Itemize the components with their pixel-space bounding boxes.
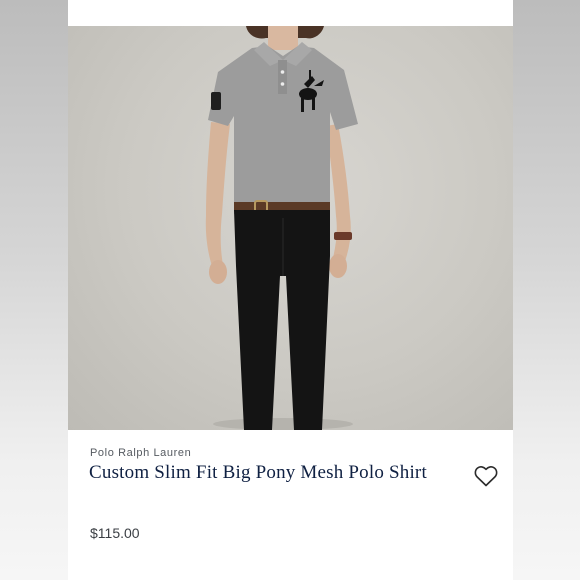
product-title[interactable]: Custom Slim Fit Big Pony Mesh Polo Shirt: [89, 462, 429, 484]
product-brand: Polo Ralph Lauren: [90, 447, 192, 459]
favorite-button[interactable]: [474, 465, 498, 487]
heart-outline-icon: [474, 466, 498, 487]
model-photo-illustration: [205, 26, 358, 430]
product-image[interactable]: [68, 26, 513, 430]
product-price: $115.00: [90, 525, 140, 541]
product-card[interactable]: Polo Ralph Lauren Custom Slim Fit Big Po…: [68, 0, 513, 580]
